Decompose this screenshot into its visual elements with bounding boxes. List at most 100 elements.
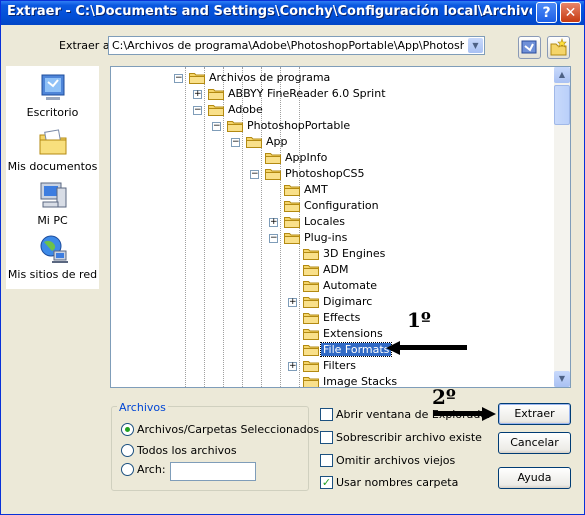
extract-path-combobox[interactable]: C:\Archivos de programa\Adobe\PhotoshopP… <box>108 36 485 55</box>
tree-node-label: AppInfo <box>285 151 328 164</box>
checkbox-use-folder-names[interactable]: ✓ <box>320 476 333 489</box>
tree-node[interactable]: ADM <box>303 262 563 278</box>
tree-node-label: Automate <box>323 279 378 292</box>
tree-node[interactable]: − Plug-ins <box>269 230 544 246</box>
tree-node[interactable]: Effects <box>303 310 563 326</box>
desktop-arrow-icon <box>521 40 537 54</box>
collapse-minus-icon[interactable]: − <box>174 74 183 83</box>
tree-node-label: 3D Engines <box>323 247 386 260</box>
title-bar[interactable]: Extraer - C:\Documents and Settings\Conc… <box>1 1 584 25</box>
folder-open-icon <box>208 105 224 116</box>
place-my-pc[interactable]: Mi PC <box>6 180 99 227</box>
tree-guide-line <box>185 67 186 387</box>
annotation-arrow-1-head <box>386 341 400 355</box>
annotation-arrow-2 <box>433 411 483 416</box>
folder-icon <box>303 249 319 260</box>
tree-node[interactable]: − Archivos de programa <box>174 70 449 86</box>
tree-node-label: ABBYY FineReader 6.0 Sprint <box>228 87 386 100</box>
tree-node[interactable]: AMT <box>284 182 544 198</box>
folder-open-icon <box>246 137 262 148</box>
checkbox-use-folder-names-label[interactable]: Usar nombres carpeta <box>336 476 458 489</box>
expand-plus-icon[interactable]: + <box>193 90 202 99</box>
new-folder-button[interactable] <box>547 36 570 59</box>
folder-open-icon <box>265 169 281 180</box>
tree-guide-line <box>204 67 205 387</box>
annotation-step-1: 1º <box>407 308 431 332</box>
tree-node[interactable]: + Locales <box>269 214 544 230</box>
radio-selected-files[interactable] <box>121 423 134 436</box>
files-filter-input[interactable] <box>170 462 256 481</box>
extract-dialog: Extraer - C:\Documents and Settings\Conc… <box>0 0 585 515</box>
tree-node[interactable]: 3D Engines <box>303 246 563 262</box>
expand-plus-icon[interactable]: + <box>269 218 278 227</box>
annotation-arrow-2-head <box>482 407 496 421</box>
tree-node[interactable]: Extensions <box>303 326 563 342</box>
tree-node-label: File Formats <box>319 342 393 357</box>
collapse-minus-icon[interactable]: − <box>269 234 278 243</box>
place-desktop[interactable]: Escritorio <box>6 72 99 119</box>
place-documents[interactable]: Mis documentos <box>6 126 99 173</box>
tree-node[interactable]: Configuration <box>284 198 544 214</box>
tree-node[interactable]: − PhotoshopPortable <box>212 118 487 134</box>
checkbox-overwrite[interactable] <box>320 431 333 444</box>
tree-node[interactable]: AppInfo <box>265 150 525 166</box>
tree-node[interactable]: + Filters <box>288 358 563 374</box>
folder-icon <box>284 201 300 212</box>
collapse-minus-icon[interactable]: − <box>193 106 202 115</box>
radio-files-filter-label[interactable]: Arch: <box>137 463 166 476</box>
extract-to-label: Extraer a: <box>59 39 114 52</box>
checkbox-overwrite-label[interactable]: Sobrescribir archivo existe <box>336 431 482 444</box>
folder-open-icon <box>284 233 300 244</box>
chevron-down-icon[interactable]: ▼ <box>468 38 483 53</box>
place-desktop-label: Escritorio <box>26 106 79 119</box>
tree-node[interactable]: − App <box>231 134 506 150</box>
tree-node[interactable]: Automate <box>303 278 563 294</box>
help-button[interactable]: Ayuda <box>498 467 571 489</box>
tree-node[interactable]: + Digimarc <box>288 294 563 310</box>
folder-open-icon <box>227 121 243 132</box>
folder-icon <box>208 89 224 100</box>
scroll-down-icon[interactable]: ▼ <box>554 371 570 387</box>
folder-open-icon <box>189 73 205 84</box>
annotation-step-2: 2º <box>432 385 456 409</box>
checkbox-skip-old[interactable] <box>320 454 333 467</box>
show-desktop-button[interactable] <box>518 36 541 59</box>
network-icon <box>40 235 68 263</box>
scroll-thumb[interactable] <box>554 85 570 125</box>
vertical-scrollbar[interactable]: ▲ ▼ <box>554 67 570 387</box>
radio-all-files-label[interactable]: Todos los archivos <box>137 444 237 457</box>
checkbox-open-explorer[interactable] <box>320 408 333 421</box>
files-group-title: Archivos <box>117 401 168 414</box>
collapse-minus-icon[interactable]: − <box>250 170 259 179</box>
tree-node-label: PhotoshopPortable <box>247 119 351 132</box>
collapse-minus-icon[interactable]: − <box>212 122 221 131</box>
tree-node-label: Archivos de programa <box>209 71 331 84</box>
radio-all-files[interactable] <box>121 444 134 457</box>
tree-node-label: AMT <box>304 183 328 196</box>
places-bar: Escritorio Mis documentos Mi PC Mis siti… <box>6 66 99 289</box>
place-network[interactable]: Mis sitios de red <box>6 234 99 281</box>
radio-files-filter[interactable] <box>121 463 134 476</box>
extract-button[interactable]: Extraer <box>498 403 571 425</box>
place-my-pc-label: Mi PC <box>37 214 68 227</box>
checkbox-skip-old-label[interactable]: Omitir archivos viejos <box>336 454 455 467</box>
expand-plus-icon[interactable]: + <box>288 298 297 307</box>
folder-icon <box>303 297 319 308</box>
folder-tree[interactable]: − Archivos de programa + ABBYY FineReader 6… <box>110 66 571 388</box>
radio-selected-files-label[interactable]: Archivos/Carpetas Seleccionados <box>137 423 319 436</box>
help-icon[interactable]: ? <box>536 2 557 23</box>
tree-node-label: Locales <box>304 215 346 228</box>
tree-node-label: Plug-ins <box>304 231 348 244</box>
collapse-minus-icon[interactable]: − <box>231 138 240 147</box>
expand-plus-icon[interactable]: + <box>288 362 297 371</box>
scroll-up-icon[interactable]: ▲ <box>554 67 570 83</box>
annotation-arrow-1 <box>399 345 467 350</box>
folder-icon <box>265 153 281 164</box>
tree-node[interactable]: + ABBYY FineReader 6.0 Sprint <box>193 86 468 102</box>
tree-node[interactable]: − Adobe <box>193 102 468 118</box>
tree-node[interactable]: − PhotoshopCS5 <box>250 166 525 182</box>
cancel-button[interactable]: Cancelar <box>498 432 571 454</box>
folder-icon <box>284 217 300 228</box>
close-icon[interactable]: ✕ <box>560 2 581 23</box>
computer-icon <box>40 182 66 208</box>
